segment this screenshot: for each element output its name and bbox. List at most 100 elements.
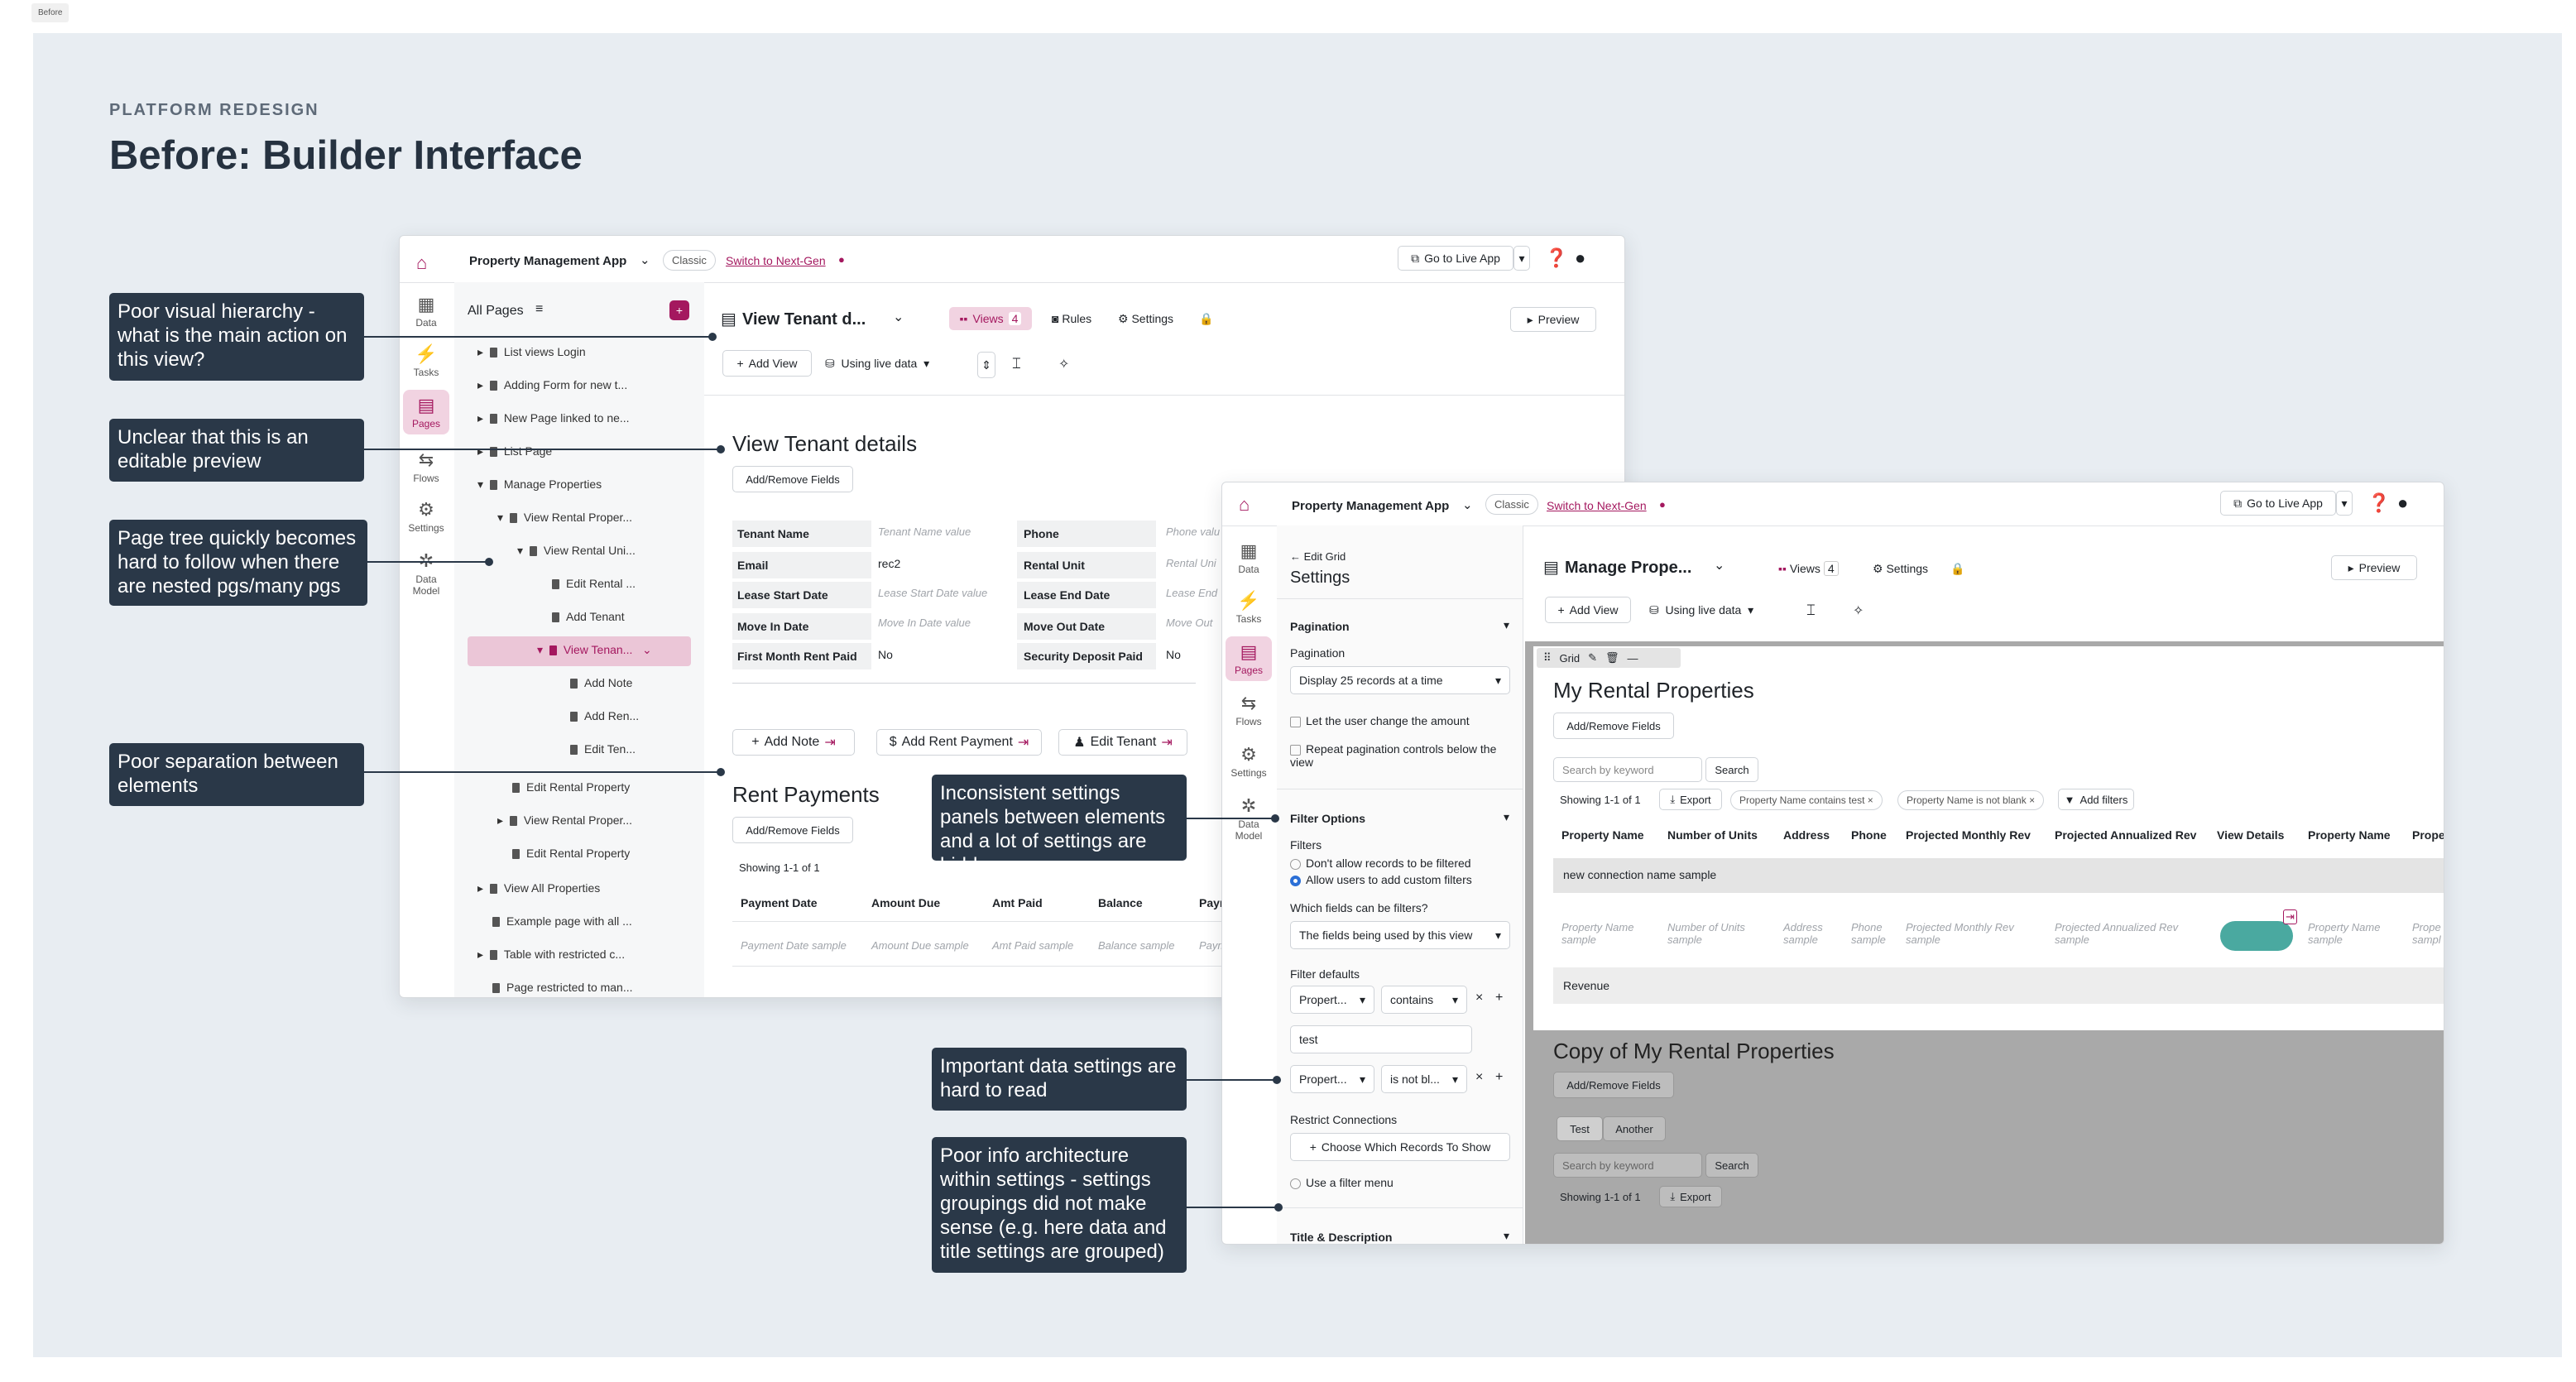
add-rent-payment-button[interactable]: $ Add Rent Payment ⇥	[876, 729, 1042, 756]
all-pages-label[interactable]: All Pages	[468, 304, 524, 319]
back-link[interactable]: ← Edit Grid	[1290, 550, 1346, 563]
preview-button[interactable]: ▸ Preview	[2331, 555, 2417, 580]
help-icon[interactable]: ❓	[2367, 492, 2390, 514]
help-icon[interactable]: ❓	[1545, 247, 1567, 269]
export-button[interactable]: ⤓ Export	[1659, 1186, 1722, 1207]
tree-item[interactable]: Edit Rental ...	[552, 577, 636, 590]
rail-tasks[interactable]: ⚡ Tasks	[1226, 590, 1272, 625]
close-icon[interactable]: ×	[1475, 1070, 1483, 1085]
tree-item[interactable]: Add Tenant	[552, 610, 625, 623]
views-tab[interactable]: ▪▪ Views 4	[949, 307, 1032, 330]
tree-item[interactable]: ▾ View Rental Uni...	[517, 544, 636, 558]
tree-item[interactable]: ▾ View Rental Proper...	[497, 511, 632, 525]
text-cursor-icon[interactable]: ⌶	[1806, 602, 1816, 619]
go-live-button[interactable]: ⧉ Go to Live App	[1398, 246, 1513, 271]
chevron-down-icon[interactable]: ⌄	[893, 309, 904, 325]
rail-data[interactable]: ▦ Data	[1226, 540, 1272, 575]
settings-tab[interactable]: ⚙ Settings	[1873, 562, 1928, 576]
field-value[interactable]: Phone valu	[1166, 525, 1220, 538]
magic-icon[interactable]: ✧	[1058, 356, 1069, 372]
table-cell[interactable]: Projected Annualized Rev sample	[2055, 921, 2195, 946]
app-name[interactable]: Property Management App	[1292, 499, 1449, 513]
add-note-button[interactable]: + Add Note ⇥	[732, 729, 855, 756]
checkbox[interactable]	[1290, 744, 1301, 756]
field-value[interactable]: Move In Date value	[878, 617, 971, 629]
page-title[interactable]: Manage Prope...	[1565, 559, 1691, 578]
tree-item[interactable]: ▸ New Page linked to ne...	[477, 411, 630, 425]
go-live-dropdown[interactable]: ▾	[2336, 491, 2353, 516]
field-value[interactable]: No	[1166, 648, 1181, 661]
tree-item[interactable]: Add Note	[570, 676, 632, 689]
field-value[interactable]: No	[878, 648, 893, 661]
rules-tab[interactable]: ◙ Rules	[1052, 312, 1091, 325]
rail-flows[interactable]: ⇆ Flows	[403, 449, 449, 484]
radio[interactable]	[1290, 875, 1301, 886]
settings-tab[interactable]: ⚙ Settings	[1118, 312, 1173, 326]
switch-next-gen-link[interactable]: Switch to Next-Gen	[726, 254, 826, 267]
filter-field-select[interactable]: Propert... ▾	[1290, 986, 1374, 1014]
pencil-icon[interactable]: ✎	[1588, 651, 1597, 665]
table-cell[interactable]: Amount Due sample	[871, 939, 969, 952]
section-pagination[interactable]: Pagination	[1290, 620, 1350, 633]
search-input[interactable]: Search by keyword	[1553, 757, 1702, 782]
table-cell[interactable]: Amt Paid sample	[992, 939, 1073, 952]
field-value[interactable]: Lease End	[1166, 587, 1217, 599]
go-live-dropdown[interactable]: ▾	[1513, 246, 1530, 271]
preview-button[interactable]: ▸ Preview	[1510, 307, 1596, 332]
plus-icon[interactable]: +	[1495, 1070, 1503, 1085]
checkbox[interactable]	[1290, 716, 1301, 727]
chevron-down-icon[interactable]: ⌄	[1462, 497, 1473, 512]
live-data-toggle[interactable]: ⛁ Using live data ▾	[825, 357, 929, 371]
filter-operator-select[interactable]: is not bl... ▾	[1381, 1065, 1467, 1093]
add-view-button[interactable]: + Add View	[1545, 597, 1631, 623]
go-live-button[interactable]: ⧉ Go to Live App	[2220, 491, 2336, 516]
field-value[interactable]: Rental Uni	[1166, 557, 1216, 569]
table-cell[interactable]: Address sample	[1783, 921, 1833, 946]
dont-allow-radio[interactable]: Don't allow records to be filtered	[1290, 857, 1471, 870]
close-icon[interactable]: ×	[1475, 991, 1483, 1005]
tree-item[interactable]: ▸ View Rental Proper...	[497, 813, 632, 828]
table-cell[interactable]: Phone sample	[1851, 921, 1892, 946]
allow-radio[interactable]: Allow users to add custom filters	[1290, 873, 1472, 886]
table-cell[interactable]: Property Name sample	[2308, 921, 2399, 946]
scroll-toggle[interactable]: ⇕	[977, 352, 995, 378]
table-cell[interactable]: Projected Monthly Rev sample	[1906, 921, 2038, 946]
tree-item[interactable]: Edit Ten...	[570, 742, 636, 756]
section-filter-options[interactable]: Filter Options	[1290, 812, 1365, 825]
choose-records-button[interactable]: + Choose Which Records To Show	[1290, 1133, 1510, 1161]
external-link-icon[interactable]: ⇥	[2283, 909, 2297, 924]
add-remove-fields-button[interactable]: Add/Remove Fields	[1553, 713, 1674, 739]
rail-pages[interactable]: ▤ Pages	[1226, 636, 1272, 681]
add-view-button[interactable]: + Add View	[722, 350, 812, 377]
rail-data-model[interactable]: ✲Data Model	[403, 550, 449, 597]
drag-handle-icon[interactable]: ⠿	[1543, 651, 1552, 665]
tab-another[interactable]: Another	[1603, 1116, 1666, 1141]
tree-item[interactable]: ▸ Adding Form for new t...	[477, 378, 627, 392]
field-value[interactable]: rec2	[878, 557, 900, 570]
filter-field-select[interactable]: Propert... ▾	[1290, 1065, 1374, 1093]
filter-chip[interactable]: Property Name contains test ×	[1730, 790, 1883, 810]
add-remove-fields-button[interactable]: Add/Remove Fields	[732, 466, 853, 492]
tree-item-selected[interactable]: ▾ View Tenan... ⌄	[537, 643, 652, 657]
rail-settings[interactable]: ⚙ Settings	[1226, 744, 1272, 779]
pagination-select[interactable]: Display 25 records at a time ▾	[1290, 666, 1510, 694]
tree-item[interactable]: ▸ List Page	[477, 444, 552, 458]
view-details-link-button[interactable]	[2220, 921, 2293, 951]
trash-icon[interactable]: 🗑	[1605, 651, 1619, 665]
collapse-icon[interactable]: ▾	[1504, 1229, 1509, 1243]
filter-value-input[interactable]: test	[1290, 1025, 1472, 1053]
grid-toolbar[interactable]: ⠿ Grid ✎ 🗑 —	[1537, 648, 1681, 668]
tree-item[interactable]: Edit Rental Property	[512, 780, 630, 794]
let-user-checkbox[interactable]: Let the user change the amount	[1290, 714, 1470, 727]
add-remove-fields-button[interactable]: Add/Remove Fields	[1553, 1072, 1674, 1098]
magic-icon[interactable]: ✧	[1853, 602, 1864, 619]
home-icon[interactable]: ⌂	[416, 252, 427, 274]
tree-item[interactable]: Page restricted to man...	[492, 981, 633, 994]
fields-select[interactable]: The fields being used by this view ▾	[1290, 921, 1510, 949]
chevron-down-icon[interactable]: ⌄	[1714, 557, 1725, 573]
rail-pages[interactable]: ▤ Pages	[403, 390, 449, 434]
tree-item[interactable]: Example page with all ...	[492, 914, 632, 928]
tree-item[interactable]: ▸ View All Properties	[477, 881, 600, 895]
search-input[interactable]: Search by keyword	[1553, 1153, 1702, 1178]
field-value[interactable]: Lease Start Date value	[878, 587, 987, 599]
